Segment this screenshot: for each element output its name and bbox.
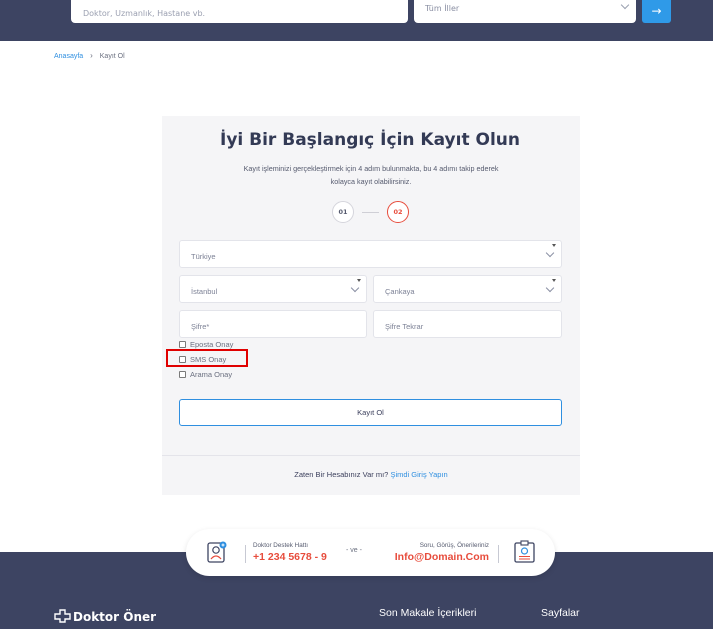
footer-articles-heading: Son Makale İçerikleri bbox=[379, 607, 477, 619]
arrow-right-icon: → bbox=[651, 4, 662, 18]
search-input[interactable] bbox=[71, 0, 408, 23]
password-placeholder: Şifre* bbox=[191, 322, 210, 331]
password-input[interactable]: Şifre* bbox=[179, 310, 367, 338]
footer-logo[interactable]: Doktor Öner bbox=[54, 609, 156, 625]
checkbox-icon[interactable] bbox=[179, 340, 186, 348]
chevron-down-icon bbox=[350, 283, 360, 293]
breadcrumb: Anasayfa › Kayıt Ol bbox=[54, 51, 125, 60]
chevron-down-icon bbox=[545, 283, 555, 293]
search-box bbox=[71, 0, 408, 23]
chevron-down-icon bbox=[620, 0, 630, 10]
medical-cross-icon bbox=[54, 609, 71, 623]
email-consent-checkbox[interactable]: Eposta Onay bbox=[179, 340, 233, 349]
footer-pages-heading: Sayfalar bbox=[541, 607, 580, 619]
doctor-support-icon bbox=[207, 541, 227, 563]
support-phone[interactable]: +1 234 5678 - 9 bbox=[253, 551, 327, 563]
city-select-value: Tüm İller bbox=[425, 4, 460, 13]
step-indicator-1: 01 bbox=[332, 201, 354, 223]
breadcrumb-current: Kayıt Ol bbox=[99, 53, 125, 60]
page-title: İyi Bir Başlangıç İçin Kayıt Olun bbox=[220, 130, 520, 150]
opinion-email[interactable]: Info@Domain.Com bbox=[386, 551, 489, 563]
register-description: Kayıt işleminizi gerçekleştirmek için 4 … bbox=[243, 164, 499, 186]
login-link[interactable]: Şimdi Giriş Yapın bbox=[390, 470, 447, 479]
caret-down-icon bbox=[552, 244, 556, 247]
caret-down-icon bbox=[357, 279, 361, 282]
opinion-label: Soru, Görüş, Önerileriniz bbox=[419, 542, 489, 549]
city-field-select[interactable]: İstanbul bbox=[179, 275, 367, 303]
separator bbox=[245, 545, 246, 563]
login-prompt-text: Zaten Bir Hesabınız Var mı? bbox=[294, 470, 389, 479]
checkbox-label: Eposta Onay bbox=[190, 340, 234, 349]
and-text: - ve - bbox=[346, 547, 362, 554]
caret-down-icon bbox=[552, 279, 556, 282]
city-select[interactable]: Tüm İller bbox=[414, 0, 636, 23]
password-repeat-input[interactable]: Şifre Tekrar bbox=[373, 310, 562, 338]
checkbox-icon[interactable] bbox=[179, 370, 186, 378]
register-button[interactable]: Kayıt Ol bbox=[179, 399, 562, 426]
country-select-value: Türkiye bbox=[191, 252, 216, 261]
country-select[interactable]: Türkiye bbox=[179, 240, 562, 268]
breadcrumb-home-link[interactable]: Anasayfa bbox=[54, 53, 83, 60]
password-repeat-placeholder: Şifre Tekrar bbox=[385, 322, 424, 331]
search-button[interactable]: → bbox=[642, 0, 671, 23]
district-select[interactable]: Çankaya bbox=[373, 275, 562, 303]
divider bbox=[162, 455, 580, 456]
step-indicator-2: 02 bbox=[387, 201, 409, 223]
contact-pill bbox=[186, 529, 555, 576]
logo-text: Doktor Öner bbox=[73, 610, 157, 624]
separator bbox=[498, 545, 499, 563]
chevron-down-icon bbox=[545, 248, 555, 258]
city-field-value: İstanbul bbox=[191, 287, 218, 296]
chevron-right-icon: › bbox=[90, 51, 93, 60]
step-connector bbox=[362, 212, 379, 213]
district-select-value: Çankaya bbox=[385, 287, 415, 296]
support-label: Doktor Destek Hattı bbox=[253, 542, 308, 549]
clipboard-report-icon bbox=[514, 540, 535, 563]
login-prompt: Zaten Bir Hesabınız Var mı? Şimdi Giriş … bbox=[162, 470, 580, 479]
highlight-box bbox=[166, 349, 248, 367]
call-consent-checkbox[interactable]: Arama Onay bbox=[179, 370, 232, 379]
checkbox-label: Arama Onay bbox=[190, 370, 233, 379]
